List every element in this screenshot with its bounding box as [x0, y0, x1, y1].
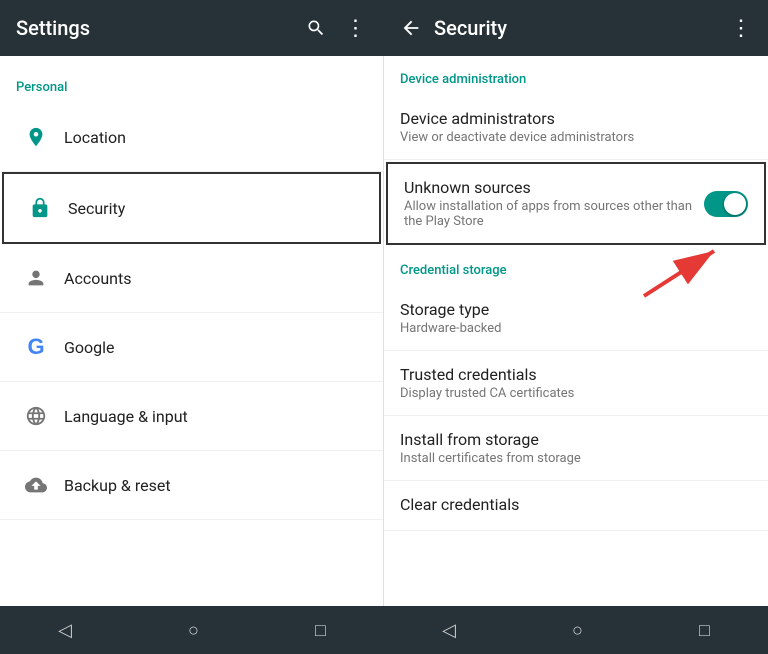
- trusted-cred-subtitle: Display trusted CA certificates: [400, 386, 752, 401]
- right-home-button[interactable]: ○: [552, 612, 603, 649]
- storage-type-title: Storage type: [400, 300, 752, 319]
- sidebar-item-language[interactable]: Language & input: [0, 382, 383, 451]
- device-admin-label: Device administration: [384, 56, 768, 95]
- storage-type-item[interactable]: Storage type Hardware-backed: [384, 286, 768, 351]
- storage-type-subtitle: Hardware-backed: [400, 321, 752, 336]
- clear-cred-title: Clear credentials: [400, 495, 752, 514]
- unknown-sources-title: Unknown sources: [404, 178, 704, 197]
- left-bottom-nav: ◁ ○ □: [0, 606, 384, 654]
- right-back-button[interactable]: ◁: [422, 612, 476, 649]
- google-label: Google: [64, 338, 115, 357]
- language-label: Language & input: [64, 407, 188, 426]
- device-admin-title: Device administrators: [400, 109, 752, 128]
- left-topbar-icons: ⋮: [304, 16, 368, 40]
- clear-cred-text: Clear credentials: [400, 495, 752, 516]
- search-icon[interactable]: [304, 16, 328, 40]
- right-topbar: Security ⋮: [384, 0, 768, 56]
- unknown-sources-text: Unknown sources Allow installation of ap…: [404, 178, 704, 229]
- credential-storage-label: Credential storage: [384, 247, 768, 286]
- unknown-sources-toggle[interactable]: [704, 191, 748, 217]
- google-icon: G: [16, 327, 56, 367]
- personal-section-label: Personal: [0, 72, 383, 103]
- sidebar-item-backup[interactable]: Backup & reset: [0, 451, 383, 520]
- device-admin-subtitle: View or deactivate device administrators: [400, 130, 752, 145]
- clear-credentials-item[interactable]: Clear credentials: [384, 481, 768, 531]
- language-icon: [16, 396, 56, 436]
- left-home-button[interactable]: ○: [168, 612, 219, 649]
- trusted-credentials-item[interactable]: Trusted credentials Display trusted CA c…: [384, 351, 768, 416]
- left-topbar: Settings ⋮: [0, 0, 384, 56]
- sidebar-item-google[interactable]: G Google: [0, 313, 383, 382]
- security-icon: [20, 188, 60, 228]
- device-administrators-item[interactable]: Device administrators View or deactivate…: [384, 95, 768, 160]
- left-recents-button[interactable]: □: [295, 612, 346, 649]
- left-back-button[interactable]: ◁: [38, 612, 92, 649]
- unknown-sources-subtitle: Allow installation of apps from sources …: [404, 199, 704, 229]
- top-bar-container: Settings ⋮ Security ⋮: [0, 0, 768, 56]
- accounts-icon: [16, 258, 56, 298]
- settings-title: Settings: [16, 16, 90, 40]
- backup-icon: [16, 465, 56, 505]
- install-storage-subtitle: Install certificates from storage: [400, 451, 752, 466]
- right-recents-button[interactable]: □: [679, 612, 730, 649]
- security-title: Security: [434, 16, 722, 40]
- bottom-nav-container: ◁ ○ □ ◁ ○ □: [0, 606, 768, 654]
- left-panel: Personal Location Security: [0, 56, 384, 606]
- right-panel: Device administration Device administrat…: [384, 56, 768, 606]
- security-nav-label: Security: [68, 199, 125, 218]
- main-content: Personal Location Security: [0, 56, 768, 606]
- install-storage-title: Install from storage: [400, 430, 752, 449]
- install-storage-text: Install from storage Install certificate…: [400, 430, 752, 466]
- sidebar-item-accounts[interactable]: Accounts: [0, 244, 383, 313]
- storage-type-text: Storage type Hardware-backed: [400, 300, 752, 336]
- sidebar-item-location[interactable]: Location: [0, 103, 383, 172]
- toggle-knob: [724, 193, 746, 215]
- right-bottom-nav: ◁ ○ □: [384, 606, 768, 654]
- right-more-icon[interactable]: ⋮: [722, 16, 760, 41]
- location-label: Location: [64, 128, 126, 147]
- location-icon: [16, 117, 56, 157]
- right-panel-wrapper: Device administration Device administrat…: [384, 56, 768, 606]
- back-button[interactable]: [388, 17, 434, 39]
- more-icon[interactable]: ⋮: [344, 16, 368, 40]
- sidebar-item-security[interactable]: Security: [2, 172, 381, 244]
- trusted-cred-title: Trusted credentials: [400, 365, 752, 384]
- backup-label: Backup & reset: [64, 476, 171, 495]
- unknown-sources-item[interactable]: Unknown sources Allow installation of ap…: [386, 162, 766, 245]
- accounts-label: Accounts: [64, 269, 131, 288]
- trusted-cred-text: Trusted credentials Display trusted CA c…: [400, 365, 752, 401]
- install-from-storage-item[interactable]: Install from storage Install certificate…: [384, 416, 768, 481]
- device-admin-text: Device administrators View or deactivate…: [400, 109, 752, 145]
